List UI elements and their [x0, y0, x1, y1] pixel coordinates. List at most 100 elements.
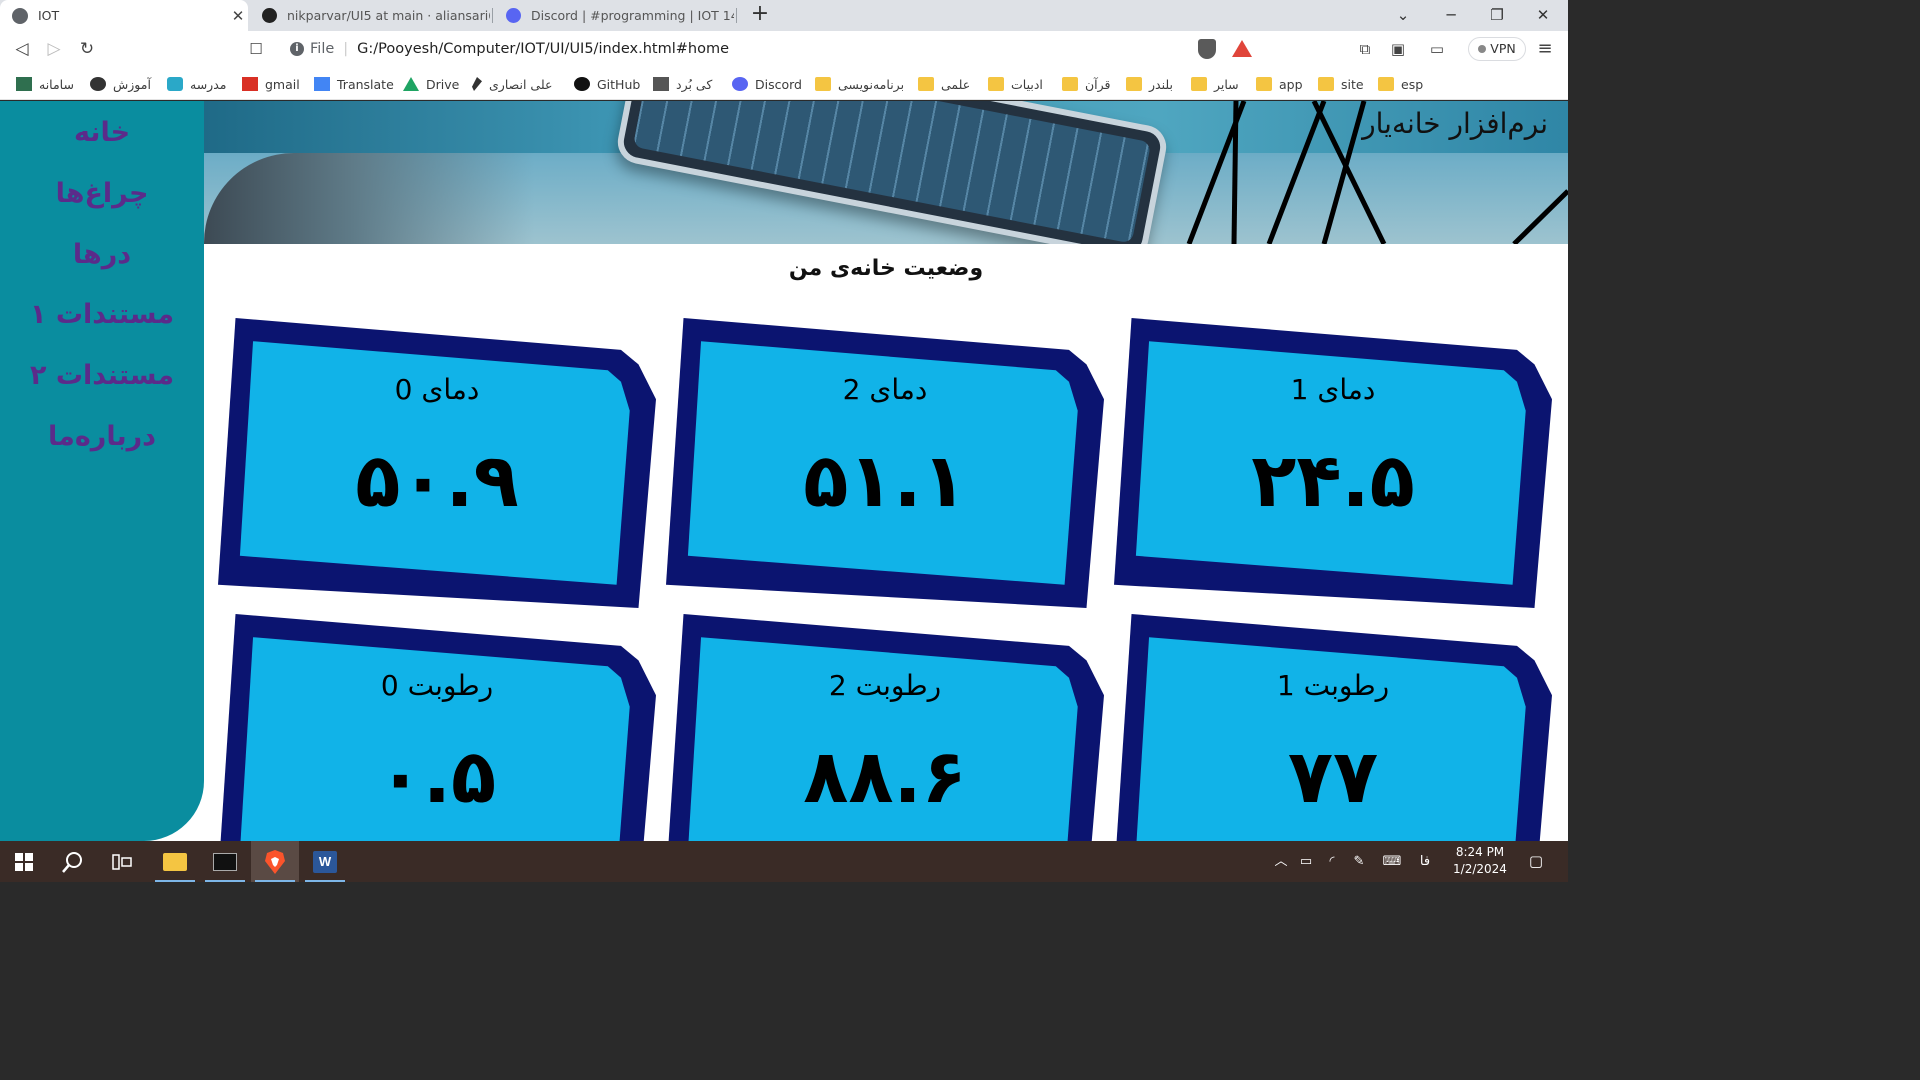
- running-indicator: [305, 880, 345, 882]
- close-icon[interactable]: ✕: [228, 7, 248, 25]
- running-indicator: [255, 880, 295, 882]
- bookmark-label: app: [1279, 76, 1303, 92]
- sensor-card-humidity-0: رطوبت 0 ۰.۵: [218, 614, 656, 841]
- bookmark-folder-programming[interactable]: برنامه‌نویسی: [815, 74, 904, 94]
- bookmark-folder-other[interactable]: سایر: [1191, 74, 1239, 94]
- madreseh-icon: [167, 77, 183, 91]
- nav-docs-1[interactable]: مستندات ۱: [0, 299, 204, 330]
- tab-label: IOT: [38, 8, 60, 23]
- nav-home[interactable]: خانه: [0, 117, 204, 148]
- bookmark-label: esp: [1401, 76, 1424, 92]
- github-icon: [262, 8, 277, 23]
- card-label: دمای 1: [1290, 373, 1376, 406]
- search-icon[interactable]: [49, 841, 97, 882]
- brave-rewards-icon[interactable]: [1232, 40, 1252, 57]
- bookmark-folder-science[interactable]: علمی: [918, 74, 970, 94]
- bookmark-translate[interactable]: Translate: [314, 74, 394, 94]
- tab-strip: IOT ✕ nikparvar/UI5 at main · aliansari6…: [0, 0, 1568, 31]
- wifi-icon[interactable]: ◜: [1322, 841, 1342, 882]
- bookmark-folder-quran[interactable]: قرآن: [1062, 74, 1111, 94]
- bookmark-keyboard[interactable]: کی بُرد: [653, 74, 712, 94]
- back-button[interactable]: ◁: [10, 37, 34, 61]
- discord-icon: [506, 8, 521, 23]
- running-indicator: [205, 880, 245, 882]
- banner-curve: [204, 153, 534, 244]
- bookmark-samaneh[interactable]: سامانه: [16, 74, 74, 94]
- bookmark-label: قرآن: [1085, 76, 1111, 92]
- terminal-icon[interactable]: [201, 841, 249, 882]
- card-value: ۸۸.۶: [803, 734, 967, 820]
- forward-button[interactable]: ▷: [42, 37, 66, 61]
- info-icon[interactable]: i: [290, 42, 304, 56]
- extensions-icon[interactable]: ⧉: [1353, 37, 1377, 61]
- minimize-button[interactable]: ─: [1428, 0, 1474, 31]
- notification-center-icon[interactable]: ▢: [1522, 841, 1550, 882]
- folder-icon: [1378, 77, 1394, 91]
- bookmark-madreseh[interactable]: مدرسه: [167, 74, 226, 94]
- card-label: رطوبت 2: [828, 669, 942, 702]
- card-label: دمای 0: [394, 373, 480, 406]
- tab-iot[interactable]: IOT ✕: [0, 0, 248, 31]
- bookmark-ali-ansari[interactable]: علی انصاری: [472, 74, 552, 94]
- show-hidden-icons-button[interactable]: ︿: [1272, 841, 1290, 882]
- bookmark-folder-blender[interactable]: بلندر: [1126, 74, 1173, 94]
- clock[interactable]: 8:24 PM 1/2/2024: [1446, 844, 1514, 878]
- clock-date: 1/2/2024: [1453, 862, 1507, 876]
- close-window-button[interactable]: ✕: [1520, 0, 1566, 31]
- file-explorer-icon[interactable]: [151, 841, 199, 882]
- sidebar-toggle-icon[interactable]: ▣: [1386, 37, 1410, 61]
- bookmark-gmail[interactable]: gmail: [242, 74, 300, 94]
- tab-search-icon[interactable]: ⌄: [1380, 0, 1426, 31]
- input-language-indicator[interactable]: فا: [1414, 841, 1436, 882]
- pen-icon[interactable]: ✎: [1348, 841, 1370, 882]
- restore-button[interactable]: ❐: [1474, 0, 1520, 31]
- bookmark-label: برنامه‌نویسی: [838, 76, 905, 92]
- url-text: G:/Pooyesh/Computer/IOT/UI/UI5/index.htm…: [357, 41, 730, 57]
- bookmark-label: gmail: [265, 76, 300, 92]
- page-viewport: خانه چراغ‌ها درها مستندات ۱ مستندات ۲ در…: [0, 101, 1568, 841]
- tab-divider: [736, 8, 737, 23]
- reload-button[interactable]: ↻: [75, 37, 99, 61]
- bookmarks-bar: سامانه آموزش مدرسه gmail Translate Drive…: [0, 67, 1568, 100]
- word-icon[interactable]: W: [301, 841, 349, 882]
- bookmark-folder-esp[interactable]: esp: [1378, 74, 1423, 94]
- address-bar[interactable]: i File | G:/Pooyesh/Computer/IOT/UI/UI5/…: [278, 35, 1260, 63]
- bookmark-drive[interactable]: Drive: [403, 74, 459, 94]
- sensor-card-temp-0: دمای 0 ۵۰.۹: [218, 318, 656, 608]
- bookmark-label: آموزش: [113, 76, 151, 92]
- brave-icon[interactable]: [251, 841, 299, 882]
- new-tab-button[interactable]: +: [748, 3, 772, 27]
- bookmark-label: Translate: [337, 76, 394, 92]
- folder-icon: [815, 77, 831, 91]
- tab-github[interactable]: nikparvar/UI5 at main · aliansari66178/: [250, 0, 490, 31]
- tab-label: Discord | #programming | IOT 1402 te: [531, 8, 734, 23]
- bookmark-folder-app[interactable]: app: [1256, 74, 1303, 94]
- touch-keyboard-icon[interactable]: ⌨: [1378, 841, 1406, 882]
- nav-lights[interactable]: چراغ‌ها: [0, 178, 204, 209]
- task-view-icon[interactable]: [98, 841, 146, 882]
- bookmark-discord[interactable]: Discord: [732, 74, 802, 94]
- nav-doors[interactable]: درها: [0, 239, 204, 270]
- sidebar-nav: خانه چراغ‌ها درها مستندات ۱ مستندات ۲ در…: [0, 101, 204, 841]
- bookmark-github[interactable]: GitHub: [574, 74, 640, 94]
- nav-docs-2[interactable]: مستندات ۲: [0, 360, 204, 391]
- bookmark-label: بلندر: [1149, 76, 1173, 92]
- gmail-icon: [242, 77, 258, 91]
- battery-icon[interactable]: ▭: [1296, 841, 1316, 882]
- bookmark-icon[interactable]: ☐: [244, 37, 268, 61]
- card-label: رطوبت 0: [380, 669, 494, 702]
- wallet-icon[interactable]: ▭: [1425, 37, 1449, 61]
- globe-icon: [90, 77, 106, 91]
- nav-about[interactable]: درباره‌ما: [0, 421, 204, 452]
- discord-icon: [732, 77, 748, 91]
- header-banner: نرم‌افزار خانه‌یار: [204, 101, 1568, 244]
- windows-start-icon[interactable]: [0, 841, 48, 882]
- bookmark-folder-site[interactable]: site: [1318, 74, 1364, 94]
- bookmark-folder-literature[interactable]: ادبیات: [988, 74, 1043, 94]
- brave-shields-icon[interactable]: [1198, 39, 1216, 59]
- vpn-button[interactable]: VPN: [1468, 37, 1526, 61]
- tab-discord[interactable]: Discord | #programming | IOT 1402 te: [494, 0, 734, 31]
- keyboard-icon: [653, 77, 669, 91]
- bookmark-amoozesh[interactable]: آموزش: [90, 74, 151, 94]
- menu-icon[interactable]: ≡: [1533, 37, 1557, 61]
